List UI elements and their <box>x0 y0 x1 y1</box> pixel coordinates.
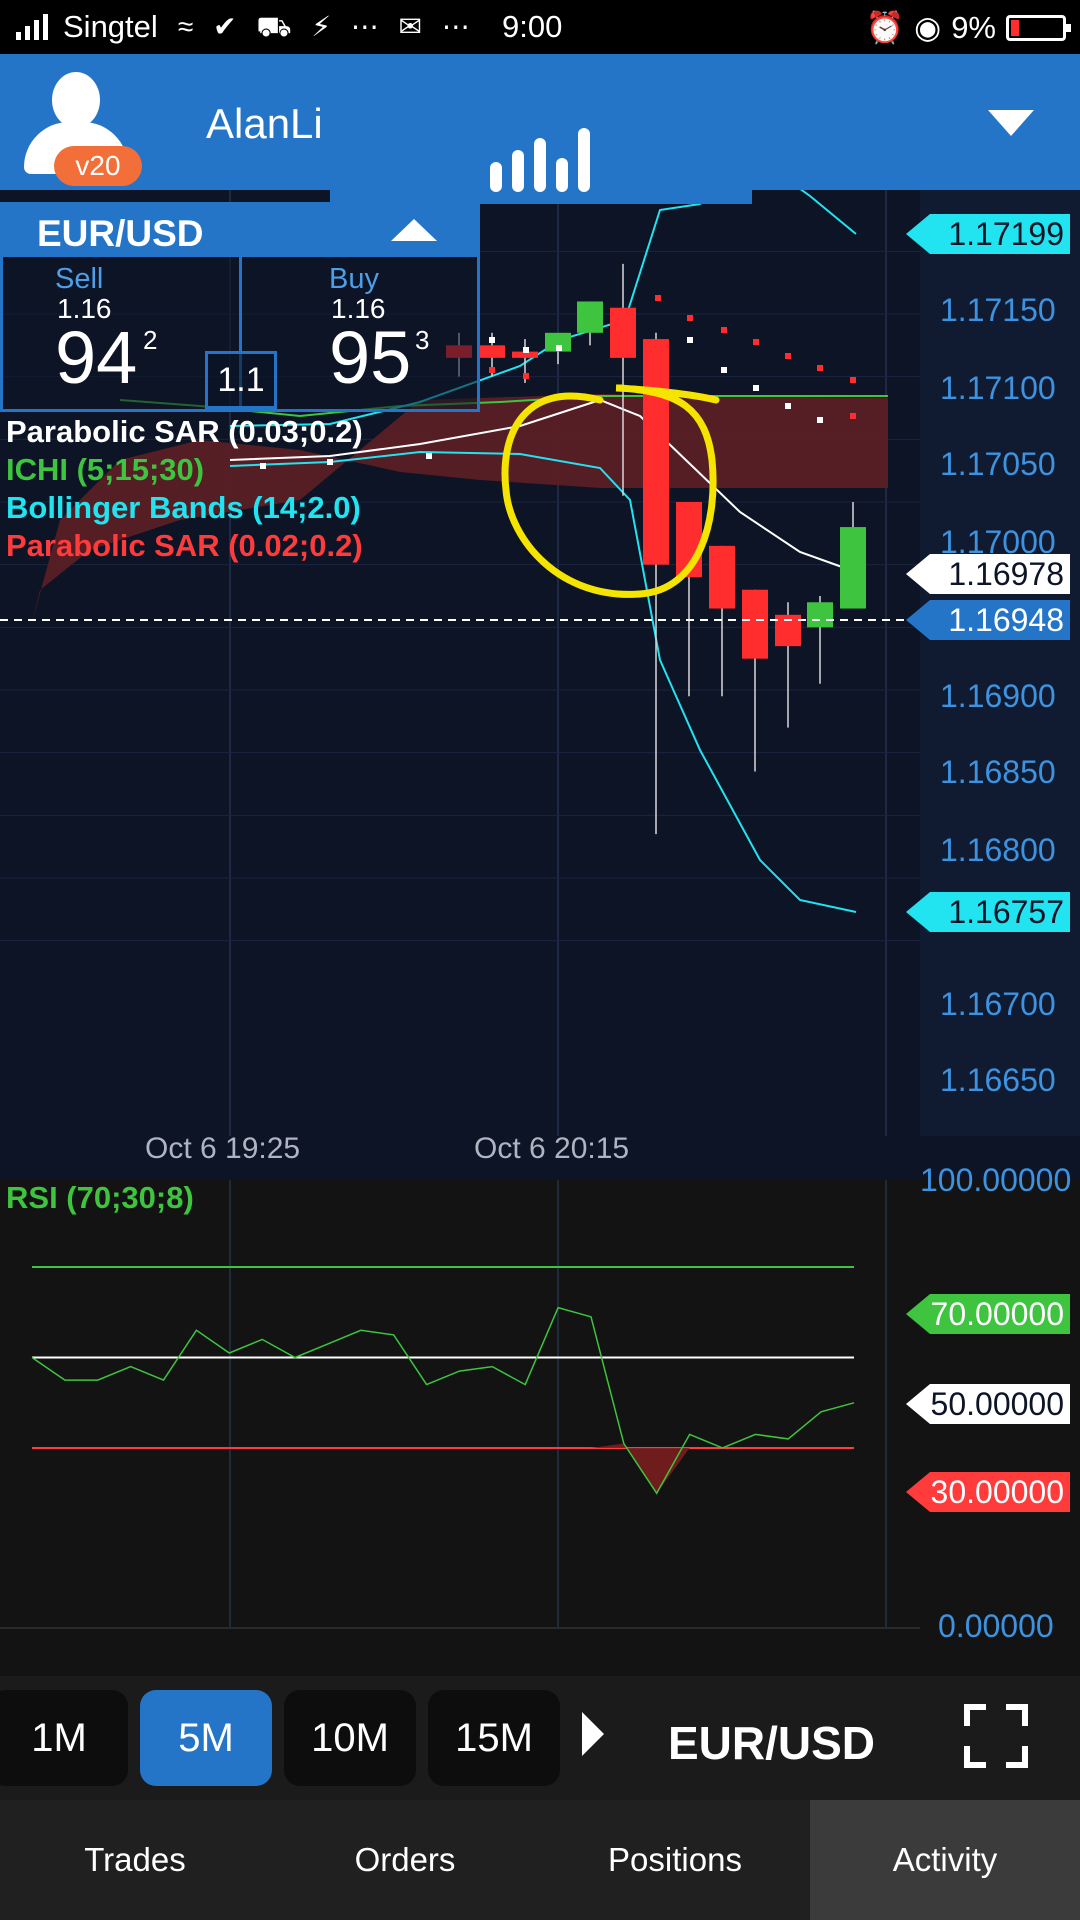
rsi-canvas <box>0 1180 920 1629</box>
rsi-label[interactable]: RSI (70;30;8) <box>6 1180 194 1216</box>
sar-dot-red <box>850 413 856 419</box>
rsi-axis-top: 100.00000 <box>920 1162 1072 1198</box>
price-tick: 1.17100 <box>940 370 1056 406</box>
timeframe-bar: 1M 5M 10M 15M EUR/USD <box>0 1676 1080 1800</box>
symbol-title: EUR/USD <box>37 213 204 254</box>
signal-icon <box>16 14 48 40</box>
sar-dot-white <box>556 345 562 351</box>
buy-button[interactable]: 95 <box>329 315 411 400</box>
sar-dot-white <box>785 403 791 409</box>
candle-body <box>577 301 603 333</box>
price-tick: 1.16850 <box>940 754 1056 790</box>
eye-icon: ◉ <box>914 9 942 45</box>
spread-value: 1.1 <box>205 351 277 409</box>
rsi-pane[interactable] <box>0 1180 1080 1676</box>
collapse-arrow-icon[interactable] <box>391 219 437 241</box>
nav-activity[interactable]: Activity <box>810 1800 1080 1920</box>
indicator-label-bollinger[interactable]: Bollinger Bands (14;2.0) <box>6 490 361 526</box>
candle-body <box>807 602 833 628</box>
candle-body <box>479 345 505 358</box>
price-tick: 1.16650 <box>940 1062 1056 1098</box>
indicator-label-psar-white[interactable]: Parabolic SAR (0.03;0.2) <box>6 414 363 450</box>
sar-dot-white <box>327 459 333 465</box>
bollinger-lower-tag: 1.16757 <box>906 892 1070 932</box>
nav-trades[interactable]: Trades <box>0 1800 270 1920</box>
sar-dot-red <box>687 315 693 321</box>
candle-body <box>643 339 669 565</box>
sar-dot-red <box>753 339 759 345</box>
sell-label: Sell <box>55 263 104 295</box>
rsi-axis-bottom: 0.00000 <box>938 1608 1054 1644</box>
candle-body <box>610 307 636 358</box>
timeframe-5m[interactable]: 5M <box>140 1690 272 1786</box>
carrier-name: Singtel <box>63 9 158 44</box>
sar-dot-white <box>523 347 529 353</box>
clock: 9:00 <box>502 9 563 44</box>
price-tick: 1.17050 <box>940 446 1056 482</box>
sar-dot-white <box>753 385 759 391</box>
price-tick: 1.16800 <box>940 832 1056 868</box>
symbol-header[interactable]: EUR/USD <box>3 205 477 257</box>
timeframe-1m[interactable]: 1M <box>0 1690 128 1786</box>
sar-dot-red <box>489 367 495 373</box>
nav-positions[interactable]: Positions <box>540 1800 810 1920</box>
sar-dot-red <box>655 295 661 301</box>
nav-orders[interactable]: Orders <box>270 1800 540 1920</box>
bollinger-upper-tag: 1.17199 <box>906 214 1070 254</box>
sar-dot-white <box>426 453 432 459</box>
sar-dot-red <box>785 353 791 359</box>
notification-icons: ≈ ✔ ⛟ ⚡ ⋯ ✉ ⋯ <box>178 11 476 42</box>
current-price-tag: 1.16948 <box>906 600 1070 640</box>
level-badge: v20 <box>54 146 142 186</box>
candle-body <box>742 589 768 659</box>
indicator-label-ichi[interactable]: ICHI (5;15;30) <box>6 452 204 488</box>
sar-dot-white <box>721 367 727 373</box>
battery-level: 9% <box>951 9 996 45</box>
moving-average-tag: 1.16978 <box>906 554 1070 594</box>
candle-body <box>840 527 866 609</box>
status-bar: Singtel ≈ ✔ ⛟ ⚡ ⋯ ✉ ⋯ 9:00 ⏰ ◉ 9% <box>0 0 1080 54</box>
sar-dot-red <box>850 377 856 383</box>
app-header: v20 AlanLi <box>0 54 1080 204</box>
scroll-right-icon[interactable] <box>582 1712 604 1756</box>
sar-dot-white <box>489 337 495 343</box>
price-tick: 1.16900 <box>940 678 1056 714</box>
sar-dot-white <box>817 417 823 423</box>
chart-tab[interactable] <box>330 94 752 204</box>
alarm-icon: ⏰ <box>865 10 905 45</box>
sar-dot-red <box>721 327 727 333</box>
chart-bars-icon <box>490 128 590 192</box>
price-tick: 1.16700 <box>940 986 1056 1022</box>
sar-dot-white <box>687 337 693 343</box>
fullscreen-icon[interactable] <box>964 1704 1028 1768</box>
avatar[interactable]: v20 <box>20 70 142 186</box>
rsi-level-50-tag: 50.00000 <box>906 1384 1070 1424</box>
rsi-line <box>31 1306 855 1495</box>
avatar-head-icon <box>52 72 100 128</box>
time-tick: Oct 6 19:25 <box>145 1132 301 1165</box>
sell-fraction: 2 <box>143 325 158 355</box>
username: AlanLi <box>206 100 323 147</box>
rsi-level-70-tag: 70.00000 <box>906 1294 1070 1334</box>
battery-icon <box>1006 14 1071 41</box>
dropdown-arrow-icon[interactable] <box>988 110 1034 136</box>
timeframe-10m[interactable]: 10M <box>284 1690 416 1786</box>
price-tick: 1.17150 <box>940 292 1056 328</box>
buy-label: Buy <box>329 263 379 295</box>
price-panel: EUR/USD Sell 1.16 94 2 Buy 1.16 95 3 1.1 <box>0 202 480 412</box>
time-tick: Oct 6 20:15 <box>474 1132 630 1165</box>
sar-dot-white <box>260 463 266 469</box>
indicator-label-psar-red[interactable]: Parabolic SAR (0.02;0.2) <box>6 528 363 564</box>
candle-body <box>709 545 735 609</box>
sell-button[interactable]: 94 <box>55 315 137 400</box>
timeframe-15m[interactable]: 15M <box>428 1690 560 1786</box>
bottom-nav: Trades Orders Positions Activity <box>0 1800 1080 1920</box>
sar-dot-red <box>523 373 529 379</box>
sar-dot-red <box>817 365 823 371</box>
buy-fraction: 3 <box>415 325 430 355</box>
current-symbol[interactable]: EUR/USD <box>668 1716 875 1770</box>
rsi-level-30-tag: 30.00000 <box>906 1472 1070 1512</box>
